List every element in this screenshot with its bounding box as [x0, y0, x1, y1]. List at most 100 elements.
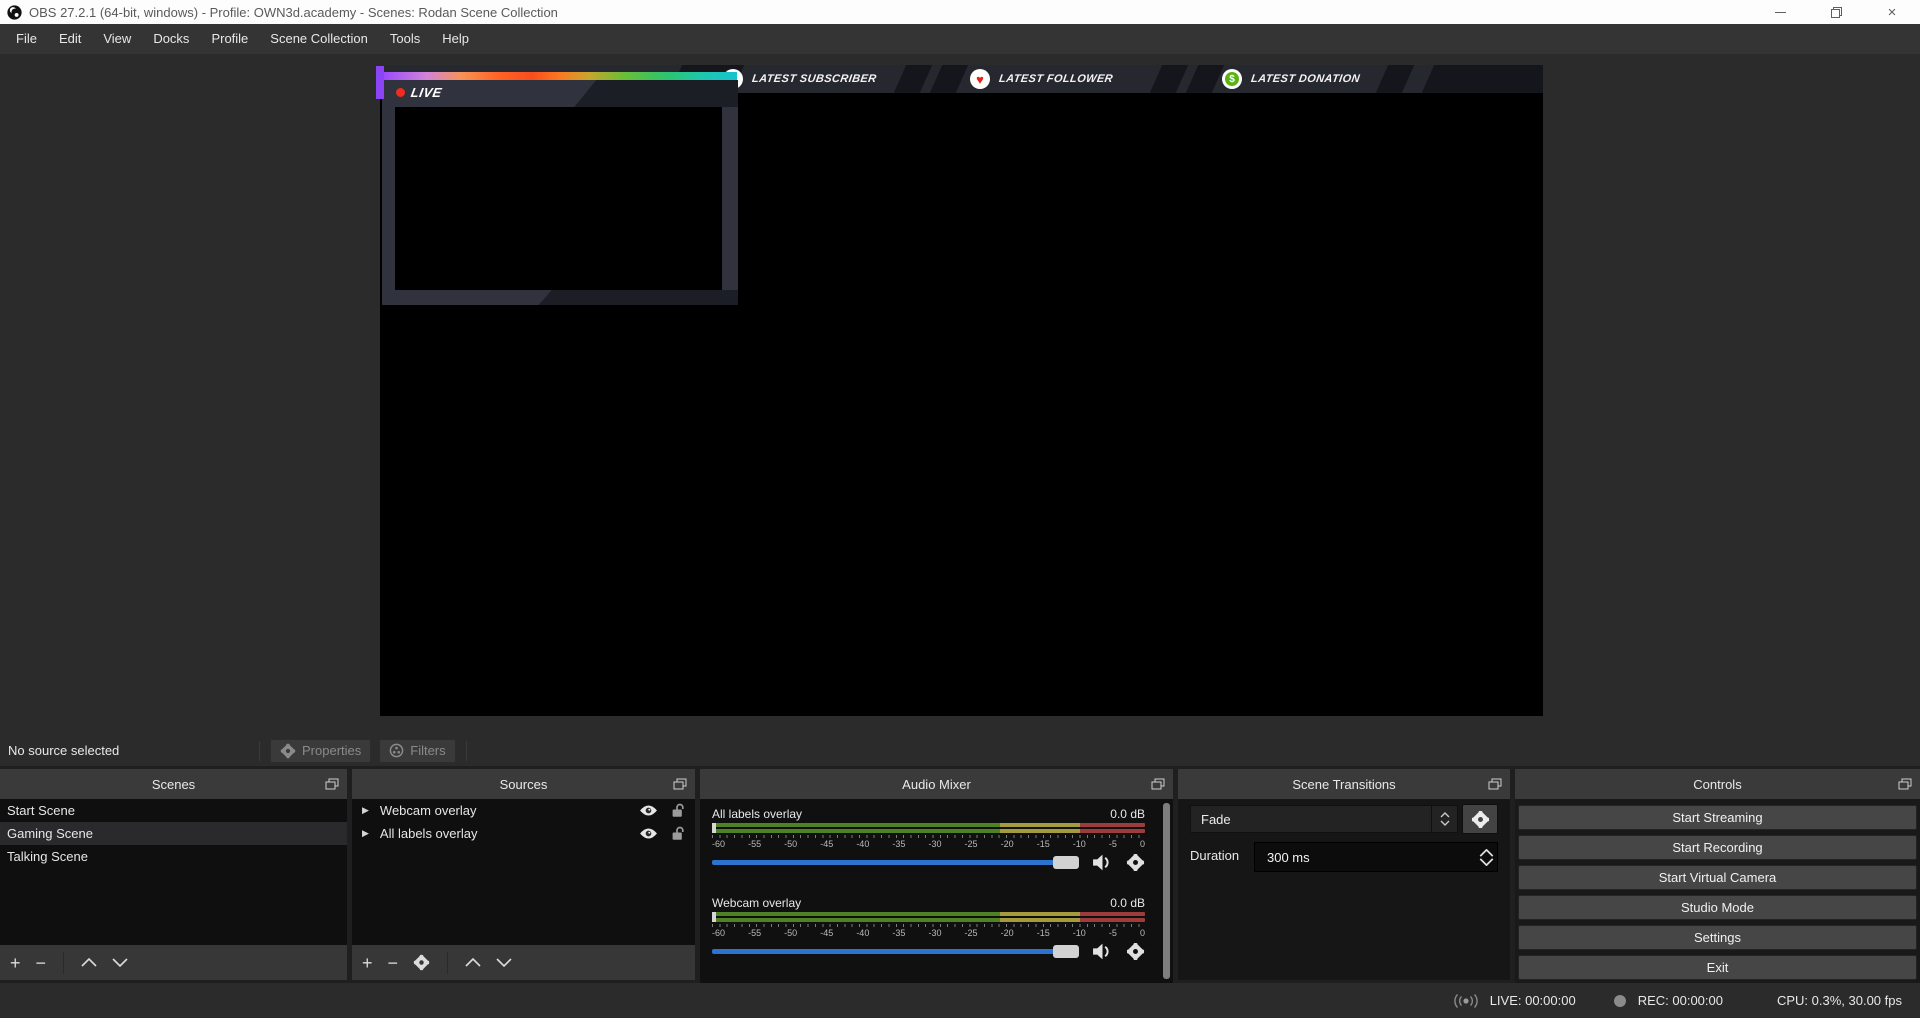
frame-header-accent: [574, 80, 738, 107]
move-scene-up-button[interactable]: [81, 958, 97, 967]
duration-label: Duration: [1190, 848, 1239, 863]
volume-slider-handle[interactable]: [1053, 945, 1079, 958]
menu-item[interactable]: Scene Collection: [259, 24, 379, 54]
dock-popout-icon[interactable]: [673, 778, 687, 790]
control-button[interactable]: Start Virtual Camera: [1518, 865, 1917, 890]
filters-button[interactable]: Filters: [379, 739, 455, 763]
menu-item[interactable]: Edit: [48, 24, 92, 54]
control-button[interactable]: Start Streaming: [1518, 805, 1917, 830]
db-tick-label: -25: [965, 928, 978, 939]
donation-icon: $: [1222, 69, 1242, 89]
move-scene-down-button[interactable]: [112, 958, 128, 967]
preview-canvas[interactable]: ★ LATEST SUBSCRIBER ♥ LATEST FOLLOWER $ …: [380, 65, 1543, 716]
volume-slider-track[interactable]: [712, 860, 1079, 865]
mixer-scrollbar[interactable]: [1163, 803, 1170, 979]
volume-slider[interactable]: [712, 944, 1079, 959]
scene-list-item[interactable]: Gaming Scene: [0, 822, 347, 845]
add-scene-button[interactable]: +: [10, 954, 21, 972]
duration-increment-button[interactable]: [1479, 849, 1494, 857]
dock-popout-icon[interactable]: [1488, 778, 1502, 790]
db-tick-label: -45: [820, 839, 833, 850]
sources-panel-header: Sources: [352, 769, 695, 799]
source-list-item[interactable]: ▶ All labels overlay: [352, 822, 695, 845]
menu-item[interactable]: Help: [431, 24, 480, 54]
dock-popout-icon[interactable]: [325, 778, 339, 790]
move-source-up-button[interactable]: [465, 958, 481, 967]
close-button[interactable]: ×: [1864, 0, 1920, 24]
dollar-glyph: $: [1225, 72, 1239, 86]
db-ruler-labels: -60-55-50-45-40-35-30-25-20-15-10-50: [712, 928, 1145, 939]
filters-icon: [389, 743, 404, 758]
menu-item[interactable]: View: [92, 24, 142, 54]
remove-source-button[interactable]: −: [388, 954, 399, 972]
controls-panel-title: Controls: [1693, 777, 1741, 792]
remove-scene-button[interactable]: −: [36, 954, 47, 972]
menu-item[interactable]: Docks: [142, 24, 200, 54]
dock-popout-icon[interactable]: [1151, 778, 1165, 790]
visibility-eye-icon[interactable]: [639, 804, 658, 817]
source-properties-gear-button[interactable]: [413, 954, 430, 971]
restore-button[interactable]: [1808, 0, 1864, 24]
minimize-button[interactable]: [1752, 0, 1808, 24]
control-button[interactable]: Settings: [1518, 925, 1917, 950]
source-toolbar: No source selected Properties Filters: [0, 735, 1920, 766]
transition-properties-button[interactable]: [1462, 804, 1498, 834]
db-tick-label: -40: [856, 928, 869, 939]
speaker-mute-button[interactable]: [1092, 943, 1113, 960]
footer-separator: [63, 952, 64, 974]
control-button[interactable]: Start Recording: [1518, 835, 1917, 860]
channel-settings-gear-button[interactable]: [1126, 942, 1145, 961]
visibility-eye-icon[interactable]: [639, 827, 658, 840]
expand-arrow-icon[interactable]: ▶: [362, 828, 369, 839]
stripe: [1374, 65, 1416, 93]
stripe: [1184, 65, 1226, 93]
control-button[interactable]: Studio Mode: [1518, 895, 1917, 920]
menu-item[interactable]: Tools: [379, 24, 431, 54]
db-ruler-ticks: [712, 835, 1145, 838]
latest-donation-label: $ LATEST DONATION: [1222, 65, 1360, 93]
combo-arrows[interactable]: [1431, 806, 1457, 832]
db-tick-label: -5: [1109, 839, 1117, 850]
scene-list-item[interactable]: Talking Scene: [0, 845, 347, 868]
speaker-mute-button[interactable]: [1092, 854, 1113, 871]
menu-item[interactable]: File: [5, 24, 48, 54]
channel-level-db: 0.0 dB: [1110, 807, 1145, 821]
chevron-up-down-icon: [1440, 811, 1450, 827]
toolbar-separator: [259, 741, 260, 761]
scene-list-item[interactable]: Start Scene: [0, 799, 347, 822]
title-bar: OBS 27.2.1 (64-bit, windows) - Profile: …: [0, 0, 1920, 24]
live-text: LIVE: [410, 85, 444, 100]
move-source-down-button[interactable]: [496, 958, 512, 967]
duration-value: 300 ms: [1255, 850, 1479, 865]
webcam-overlay-frame: LIVE: [382, 80, 738, 305]
window-title: OBS 27.2.1 (64-bit, windows) - Profile: …: [29, 5, 558, 20]
transition-select[interactable]: Fade: [1190, 805, 1458, 833]
volume-slider[interactable]: [712, 855, 1079, 870]
properties-button[interactable]: Properties: [270, 739, 371, 763]
filters-label: Filters: [410, 743, 445, 758]
volume-slider-handle[interactable]: [1053, 856, 1079, 869]
lock-unlocked-icon[interactable]: [671, 803, 685, 818]
dock-popout-icon[interactable]: [1898, 778, 1912, 790]
channel-settings-gear-button[interactable]: [1126, 853, 1145, 872]
menu-item[interactable]: Profile: [200, 24, 259, 54]
duration-decrement-button[interactable]: [1479, 858, 1494, 866]
volume-slider-track[interactable]: [712, 949, 1079, 954]
restore-icon: [1831, 7, 1842, 18]
source-status-text: No source selected: [8, 743, 253, 758]
db-tick-label: -35: [892, 839, 905, 850]
db-tick-label: -40: [856, 839, 869, 850]
mixer-channel: Webcam overlay 0.0 dB -60-55-50-45-40-35…: [712, 894, 1145, 961]
db-tick-label: -35: [892, 928, 905, 939]
control-button[interactable]: Exit: [1518, 955, 1917, 980]
latest-subscriber-label: ★ LATEST SUBSCRIBER: [723, 65, 877, 93]
sources-panel: Sources ▶ Webcam overlay: [352, 769, 695, 980]
scene-transitions-header: Scene Transitions: [1178, 769, 1510, 799]
add-source-button[interactable]: +: [362, 954, 373, 972]
lock-unlocked-icon[interactable]: [671, 826, 685, 841]
source-list-item[interactable]: ▶ Webcam overlay: [352, 799, 695, 822]
meter-level-cursor: [712, 912, 716, 922]
sources-toolbar: + −: [352, 945, 695, 980]
duration-input[interactable]: 300 ms: [1254, 842, 1498, 872]
expand-arrow-icon[interactable]: ▶: [362, 805, 369, 816]
